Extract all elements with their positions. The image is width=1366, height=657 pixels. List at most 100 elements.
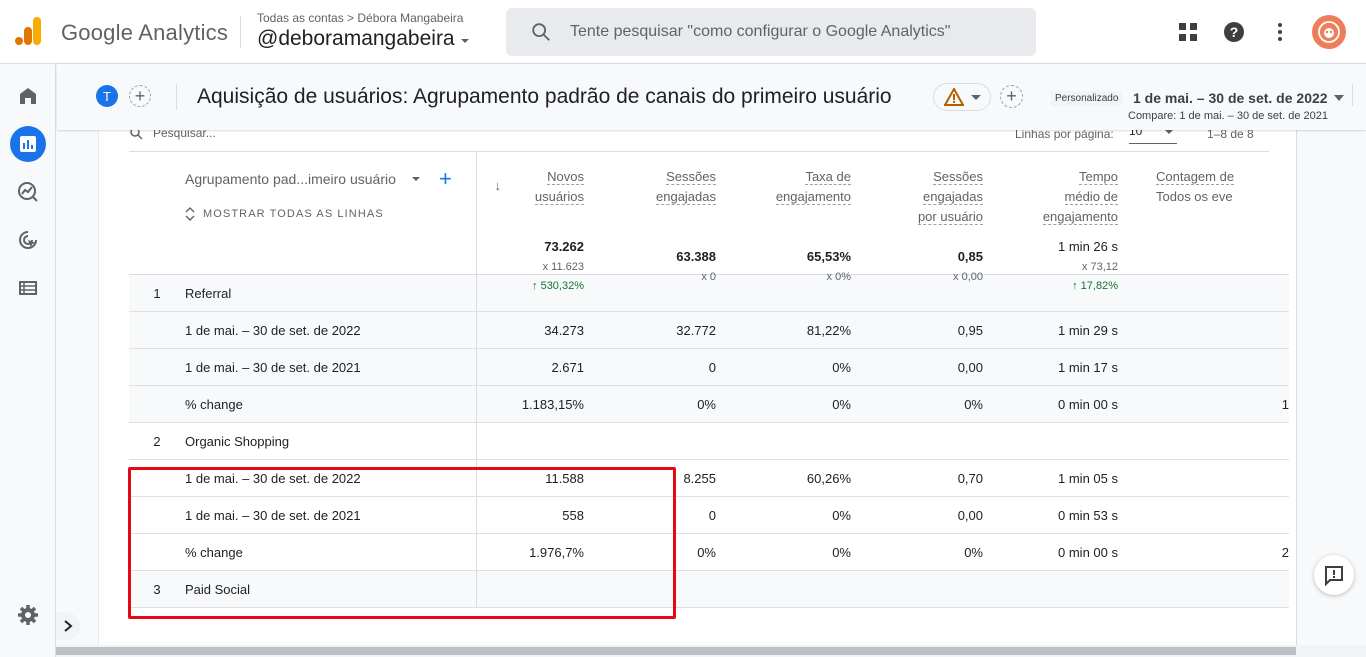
feedback-icon bbox=[1325, 566, 1343, 586]
column-header-engaged-sessions-per-user[interactable]: Sessões engajadas por usuário 0,85 x 0,00 bbox=[861, 152, 993, 283]
chevron-down-icon bbox=[1165, 130, 1173, 134]
metric-cell bbox=[726, 570, 861, 608]
top-actions: ? bbox=[1160, 14, 1346, 50]
metric-cell: 2 bbox=[1128, 533, 1289, 571]
report-header: T + Aquisição de usuários: Agrupamento p… bbox=[57, 64, 1366, 130]
table-row: % change 1.183,15% 0% 0% 0% 0 min 00 s1 bbox=[129, 385, 1289, 423]
column-label: Sessões bbox=[933, 169, 983, 185]
column-header-new-users[interactable]: ↓ Novos usuários 73.262 x 11.623 ↑ 530,32… bbox=[476, 152, 594, 292]
nav-explore[interactable] bbox=[10, 174, 46, 210]
svg-text:?: ? bbox=[1230, 24, 1239, 40]
metric-cell bbox=[993, 570, 1128, 608]
brand-name: Google Analytics bbox=[61, 20, 229, 45]
add-comparison-button[interactable]: + bbox=[129, 85, 151, 107]
home-icon bbox=[20, 88, 36, 104]
metric-cell: 1 min 17 s bbox=[993, 348, 1128, 386]
total-value: 73.262 bbox=[544, 239, 584, 254]
help-button[interactable]: ? bbox=[1216, 14, 1252, 50]
nav-home[interactable] bbox=[10, 78, 46, 114]
column-label: engajadas bbox=[923, 189, 983, 205]
data-table: Agrupamento pad...imeiro usuário + MOSTR… bbox=[129, 152, 1289, 608]
global-search[interactable] bbox=[506, 8, 1036, 56]
metric-cell: 0,95 bbox=[861, 311, 993, 349]
row-index: 3 bbox=[153, 581, 161, 597]
dimension-cell: % change bbox=[129, 533, 477, 571]
row-label: % change bbox=[185, 544, 243, 560]
report-table-card: Linhas por página: 10 1–8 de 8 Agrupamen… bbox=[98, 110, 1297, 645]
column-header-engagement-rate[interactable]: Taxa de engajamento 65,53% x 0% bbox=[726, 152, 861, 283]
more-button[interactable] bbox=[1262, 14, 1298, 50]
column-label: por usuário bbox=[917, 209, 983, 225]
metric-cell: 0% bbox=[861, 533, 993, 571]
metric-cell: 2.671 bbox=[476, 348, 594, 386]
metric-cell bbox=[1128, 570, 1289, 608]
dimension-cell: 1 de mai. – 30 de set. de 2022 bbox=[129, 311, 477, 349]
page-title: Aquisição de usuários: Agrupamento padrã… bbox=[197, 85, 892, 108]
column-label: Contagem de bbox=[1156, 169, 1235, 185]
global-search-input[interactable] bbox=[570, 23, 1030, 41]
table-row: 1 de mai. – 30 de set. de 2022 34.273 32.7… bbox=[129, 311, 1289, 349]
account-breadcrumb[interactable]: Todas as contas > Débora Mangabeira bbox=[257, 11, 463, 25]
event-selector[interactable]: Todos os eve bbox=[1156, 189, 1233, 204]
metric-cell: 0% bbox=[726, 496, 861, 534]
metric-cell: 0% bbox=[726, 348, 861, 386]
nav-admin[interactable] bbox=[10, 597, 46, 633]
metric-cell: 0,00 bbox=[861, 348, 993, 386]
comparison-chip[interactable]: T bbox=[96, 85, 118, 107]
total-compare: x 0,00 bbox=[953, 271, 983, 283]
advertising-icon bbox=[19, 231, 37, 249]
column-header-engaged-sessions[interactable]: Sessões engajadas 63.388 x 0 bbox=[594, 152, 726, 283]
apps-button[interactable] bbox=[1170, 14, 1206, 50]
warning-icon bbox=[943, 88, 964, 106]
column-label: Taxa de bbox=[805, 169, 851, 185]
add-dimension-button[interactable]: + bbox=[439, 166, 452, 192]
metric-cell bbox=[594, 570, 726, 608]
table-body: 1 Referral 1 de mai. – 30 de set. de 2022 3… bbox=[129, 274, 1289, 608]
channel-name[interactable]: Referral bbox=[185, 286, 231, 301]
dimension-label: Agrupamento pad...imeiro usuário bbox=[185, 171, 396, 187]
metric-cell: 32.772 bbox=[594, 311, 726, 349]
metric-cell: 8.255 bbox=[594, 459, 726, 497]
data-quality-button[interactable] bbox=[933, 83, 991, 111]
date-range-picker[interactable]: 1 de mai. – 30 de set. de 2022 bbox=[1133, 90, 1344, 106]
dimension-selector[interactable]: Agrupamento pad...imeiro usuário bbox=[185, 171, 420, 187]
nav-reports[interactable] bbox=[10, 126, 46, 162]
expand-nav-button[interactable] bbox=[56, 612, 80, 640]
scrollbar-thumb[interactable] bbox=[56, 647, 1296, 655]
channel-name[interactable]: Paid Social bbox=[185, 582, 250, 597]
nav-configure[interactable] bbox=[10, 270, 46, 306]
divider bbox=[176, 84, 177, 110]
dimension-cell: 1 Referral bbox=[129, 274, 477, 312]
total-change: ↑ 530,32% bbox=[532, 280, 584, 292]
user-avatar[interactable] bbox=[1312, 15, 1346, 49]
table-row: 1 de mai. – 30 de set. de 2022 11.588 8.25… bbox=[129, 459, 1289, 497]
show-all-rows-button[interactable]: MOSTRAR TODAS AS LINHAS bbox=[185, 207, 384, 221]
channel-name[interactable]: Organic Shopping bbox=[185, 434, 289, 449]
bar-chart-icon bbox=[20, 136, 36, 152]
total-value: 1 min 26 s bbox=[1058, 239, 1118, 254]
metric-cell bbox=[1128, 348, 1289, 386]
metric-cell: 1 min 29 s bbox=[993, 311, 1128, 349]
group-row[interactable]: 2 Organic Shopping bbox=[129, 422, 1289, 460]
send-feedback-button[interactable] bbox=[1314, 555, 1354, 595]
google-analytics-logo[interactable] bbox=[14, 16, 44, 46]
total-compare: x 0% bbox=[826, 271, 851, 283]
unfold-icon bbox=[185, 207, 195, 221]
metric-cell: 34.273 bbox=[476, 311, 594, 349]
horizontal-scrollbar[interactable] bbox=[56, 645, 1366, 657]
nav-advertising[interactable] bbox=[10, 222, 46, 258]
chevron-down-icon bbox=[1333, 95, 1344, 101]
metric-cell bbox=[726, 422, 861, 460]
metric-cell bbox=[861, 422, 993, 460]
customize-report-button[interactable]: + bbox=[1000, 85, 1023, 108]
column-label: Tempo bbox=[1078, 169, 1118, 185]
metric-cell: 0 bbox=[594, 496, 726, 534]
column-header-event-count[interactable]: Contagem de Todos os eve bbox=[1128, 152, 1289, 275]
column-header-avg-engagement-time[interactable]: Tempo médio de engajamento 1 min 26 s x 73… bbox=[993, 152, 1128, 292]
account-selector[interactable]: @deboramangabeira bbox=[257, 27, 469, 51]
group-row[interactable]: 3 Paid Social bbox=[129, 570, 1289, 608]
plus-icon: + bbox=[1006, 86, 1017, 106]
metric-cell: 0% bbox=[861, 385, 993, 423]
row-label: 1 de mai. – 30 de set. de 2021 bbox=[185, 507, 361, 523]
sort-descending-icon[interactable]: ↓ bbox=[495, 178, 502, 193]
